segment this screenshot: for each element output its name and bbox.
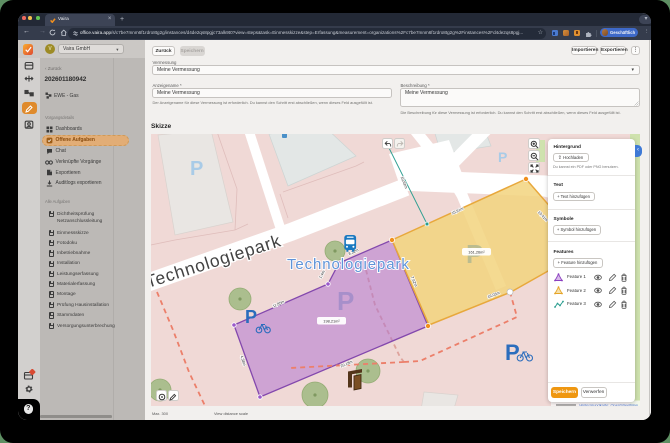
svg-text:P: P	[498, 149, 507, 165]
svg-text:P: P	[245, 307, 257, 327]
svg-text:Hintergrundkarte: OpenStreetMa: Hintergrundkarte: OpenStreetMap	[579, 403, 638, 407]
svg-text:P: P	[505, 340, 520, 365]
svg-text:Technologiepark: Technologiepark	[287, 256, 410, 273]
svg-text:P: P	[337, 286, 354, 316]
svg-text:198,21m²: 198,21m²	[323, 319, 340, 324]
svg-text:P: P	[190, 158, 203, 180]
svg-text:161,26m²: 161,26m²	[468, 250, 485, 255]
